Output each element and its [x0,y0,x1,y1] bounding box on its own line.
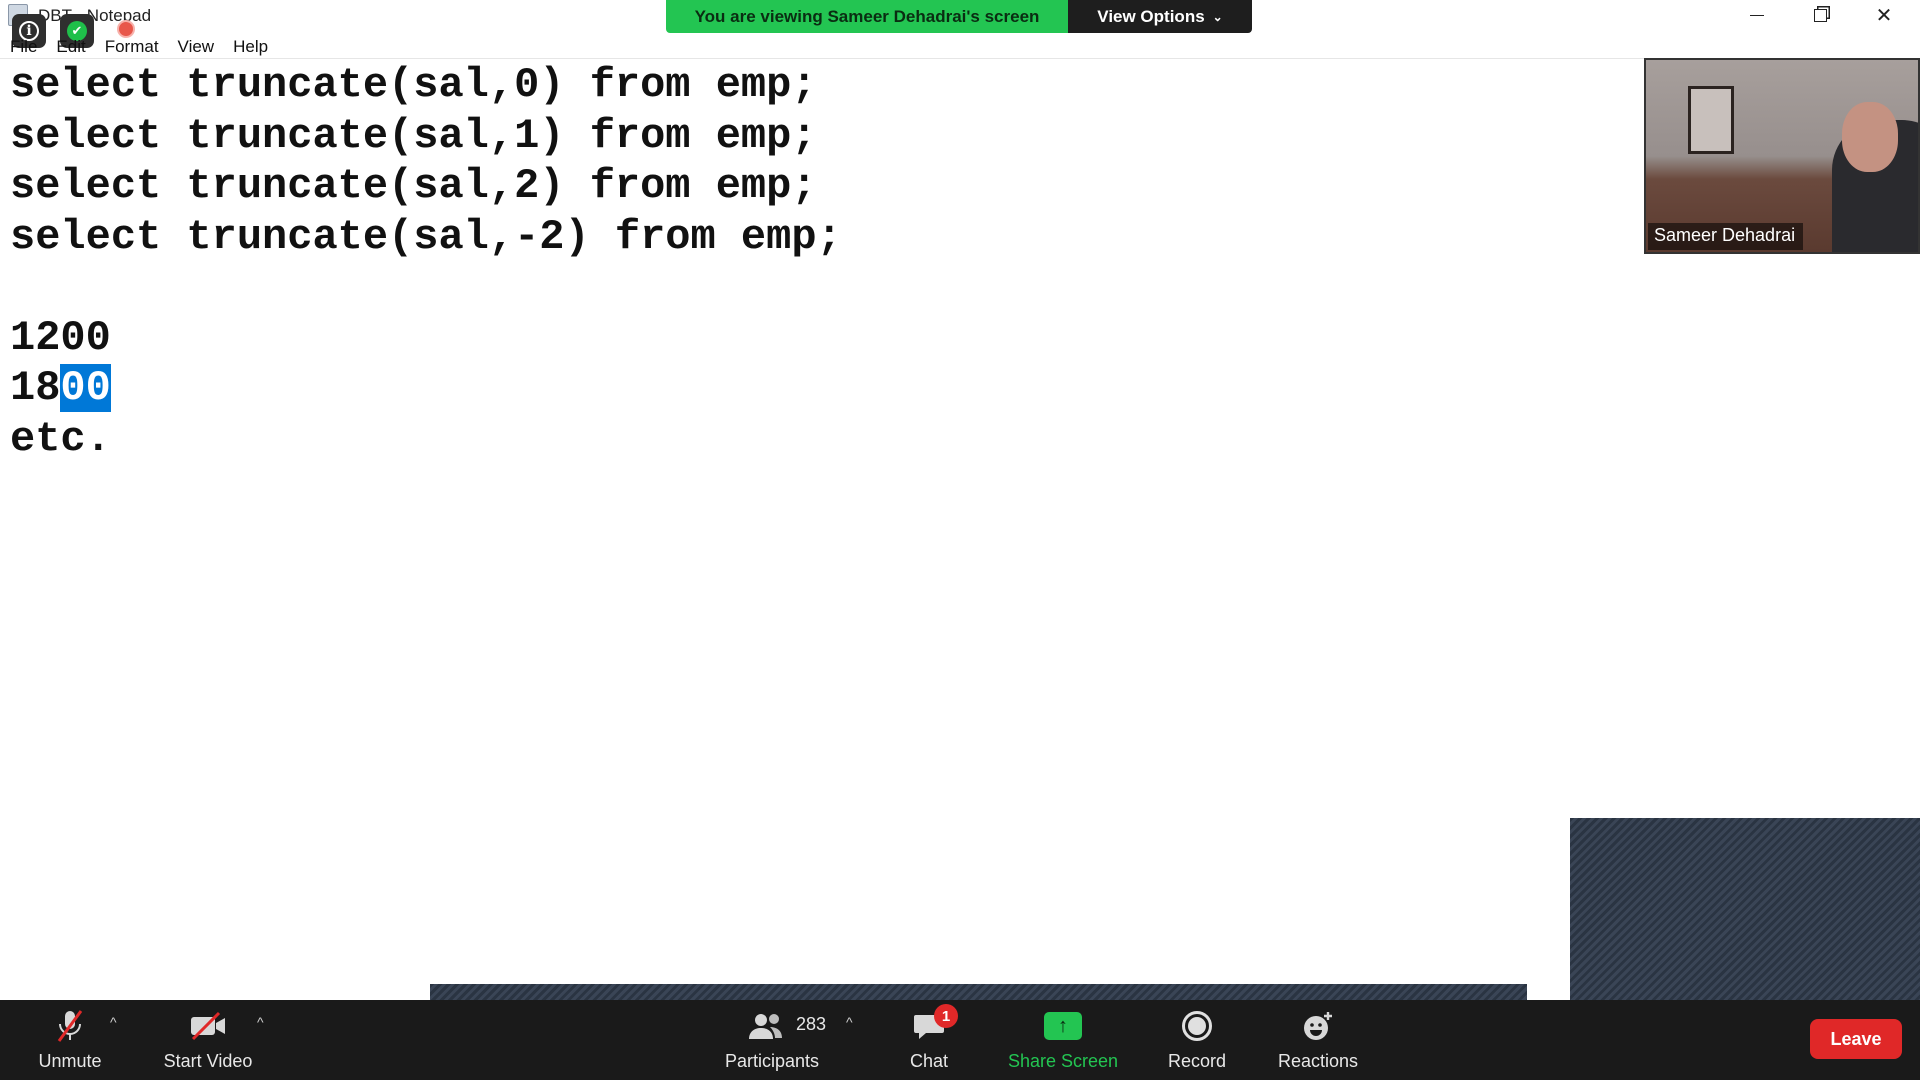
record-icon [1177,1008,1217,1044]
screen-share-banner: You are viewing Sameer Dehadrai's screen [666,0,1068,33]
text-line: select truncate(sal,2) from emp; [10,162,817,210]
participants-button[interactable]: 283 Participants [712,1000,832,1080]
menu-file[interactable]: File [0,34,46,58]
minimize-icon [1750,14,1764,16]
record-button[interactable]: Record [1160,1000,1234,1080]
text-line: select truncate(sal,1) from emp; [10,111,817,160]
shared-screen-offscreen-area [1570,818,1920,1000]
share-screen-label: Share Screen [1007,1051,1119,1071]
minimize-button[interactable] [1730,0,1784,30]
participants-label: Participants [724,1051,820,1071]
audio-options-caret-icon[interactable]: ^ [110,1014,117,1030]
text-unselected: 18 [10,364,61,412]
menu-bar: File Edit Format View Help [0,34,277,58]
text-line-empty: ​ [10,262,842,313]
start-video-button[interactable]: Start Video [150,1000,266,1080]
microphone-muted-icon [50,1008,90,1044]
text-line: etc. [10,414,111,463]
menu-divider [0,58,1920,59]
reactions-label: Reactions [1277,1051,1359,1071]
meeting-toolbar: Unmute ^ Start Video ^ 283 Participants … [0,1000,1920,1080]
video-person-head [1842,102,1898,172]
menu-format[interactable]: Format [95,34,168,58]
chat-label: Chat [909,1051,949,1071]
notepad-text-area[interactable]: select truncate(sal,0) from emp; select t… [10,60,842,464]
text-line-with-selection: 1800 [10,363,842,414]
view-options-button[interactable]: View Options ⌄ [1068,0,1252,33]
reactions-button[interactable]: Reactions [1270,1000,1366,1080]
menu-view[interactable]: View [168,34,224,58]
chevron-down-icon: ⌄ [1212,9,1223,24]
shared-screen-taskbar-area [430,984,1527,1000]
text-line: select truncate(sal,0) from emp; [10,61,817,109]
menu-edit[interactable]: Edit [46,34,94,58]
share-screen-button[interactable]: ↑ Share Screen [1002,1000,1124,1080]
participants-count: 283 [796,1014,827,1034]
record-label: Record [1167,1051,1227,1071]
leave-button[interactable]: Leave [1810,1019,1902,1059]
video-camera-off-icon [188,1008,228,1044]
menu-help[interactable]: Help [223,34,277,58]
participants-icon [746,1008,786,1044]
video-wall-picture [1688,86,1734,154]
restore-icon [1813,8,1827,22]
text-line: 1200 [10,313,111,362]
share-screen-icon: ↑ [1043,1008,1083,1044]
participants-options-caret-icon[interactable]: ^ [846,1014,853,1030]
text-selection: 00 [60,364,111,412]
unmute-button[interactable]: Unmute [20,1000,120,1080]
close-icon: ✕ [1875,4,1893,27]
restore-button[interactable] [1793,0,1847,30]
close-button[interactable]: ✕ [1857,0,1911,30]
video-options-caret-icon[interactable]: ^ [257,1014,264,1030]
chat-button[interactable]: 1 Chat [898,1000,960,1080]
participant-video-tile[interactable]: Sameer Dehadrai [1644,58,1920,254]
chat-unread-badge: 1 [934,1004,958,1028]
start-video-label: Start Video [163,1051,253,1071]
view-options-label: View Options [1097,6,1205,26]
participant-name-label: Sameer Dehadrai [1648,223,1804,250]
text-line: select truncate(sal,-2) from emp; [10,212,842,261]
unmute-label: Unmute [38,1051,102,1071]
emoji-add-icon [1298,1008,1338,1044]
window-title: DBT - Notepad [38,6,152,25]
